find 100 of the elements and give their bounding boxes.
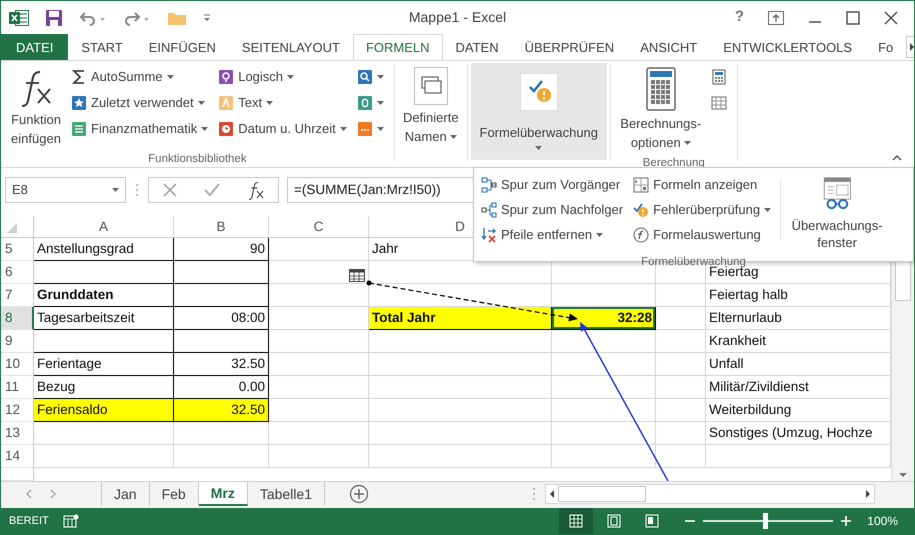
spreadsheet-cell[interactable]	[34, 261, 174, 284]
row-header[interactable]: 5	[1, 238, 34, 261]
ribbon-tab[interactable]: Fo	[865, 34, 906, 60]
spreadsheet-cell[interactable]: Total Jahr	[369, 307, 552, 330]
ribbon-tab[interactable]: SEITENLAYOUT	[228, 34, 353, 60]
row-header[interactable]: 11	[1, 376, 34, 399]
redo-icon[interactable]	[123, 10, 151, 26]
worksheet-icon	[349, 269, 365, 282]
close-icon[interactable]	[884, 10, 898, 24]
ribbon-button[interactable]: Formelüberwachung	[470, 63, 607, 160]
spreadsheet-cell[interactable]: Tagesarbeitszeit	[34, 307, 174, 330]
row-header[interactable]: 9	[1, 330, 34, 353]
spreadsheet-cell[interactable]: Grunddaten	[34, 284, 174, 307]
check-icon[interactable]	[202, 182, 220, 198]
normal-view-icon	[569, 514, 584, 528]
prev-sheet-icon[interactable]	[25, 489, 33, 499]
spreadsheet-cell[interactable]: 32:28	[552, 307, 656, 330]
ribbon-tab[interactable]: EINFÜGEN	[136, 34, 229, 60]
trace-icon	[481, 202, 497, 218]
row-header[interactable]	[1, 468, 34, 481]
row-header[interactable]: 8	[1, 307, 34, 330]
ribbon-button[interactable]: Formelauswertung	[630, 222, 774, 247]
spreadsheet-cell[interactable]: Feriensaldo	[34, 399, 174, 422]
book-icon	[356, 95, 373, 111]
undo-icon[interactable]	[79, 10, 107, 26]
row-header[interactable]: 7	[1, 284, 34, 307]
row-header[interactable]: 14	[1, 445, 34, 468]
column-header[interactable]: B	[174, 216, 269, 238]
row-header[interactable]: 6	[1, 261, 34, 284]
group-label: Berechnung	[642, 157, 705, 169]
column-header[interactable]: A	[34, 216, 174, 238]
ribbon-button[interactable]: Funktion einfügen	[4, 64, 68, 151]
ribbon-button[interactable]: Überwachungs-fenster	[785, 172, 890, 254]
ribbon-tab[interactable]: START	[68, 34, 136, 60]
sheet-tab[interactable]: Mrz	[198, 482, 248, 506]
ribbon-button[interactable]: AutoSumme	[68, 64, 212, 90]
spreadsheet-cell[interactable]	[174, 330, 269, 353]
add-sheet-icon[interactable]	[348, 484, 369, 504]
customize-icon[interactable]	[203, 12, 211, 22]
check-warning-icon	[633, 202, 650, 218]
ribbon-button[interactable]: Logisch	[215, 64, 350, 90]
collapse-icon[interactable]	[892, 155, 902, 161]
evaluate-icon	[633, 226, 650, 242]
ribbon-button[interactable]: Fehlerüberprüfung	[630, 197, 774, 222]
spreadsheet-cell[interactable]: 32.50	[174, 399, 269, 422]
view-button[interactable]	[559, 508, 594, 534]
ribbon-button[interactable]: Definierte Namen	[398, 64, 464, 149]
calculator-icon	[646, 67, 676, 111]
group-label: Funktionsbibliothek	[148, 153, 247, 165]
list-icon	[71, 121, 87, 137]
sheet-tab[interactable]: Jan	[102, 482, 150, 506]
slider-thumb[interactable]	[763, 513, 768, 529]
book-icon	[218, 95, 234, 111]
scrollbar[interactable]	[544, 484, 875, 504]
file-tab[interactable]: DATEI	[1, 34, 68, 60]
help-button[interactable]: ?	[734, 6, 744, 29]
spreadsheet-cell[interactable]	[174, 284, 269, 307]
spreadsheet-cell[interactable]: 90	[174, 238, 269, 261]
sheet-tab[interactable]: Tabelle1	[248, 482, 325, 506]
ribbon-button[interactable]: Berechnungs-optionen	[614, 64, 708, 155]
row-header[interactable]: 10	[1, 353, 34, 376]
ribbon-tab[interactable]: FORMELN	[352, 34, 442, 60]
zoom-level[interactable]: 100%	[867, 512, 914, 530]
ribbon-button[interactable]: Text	[215, 90, 350, 116]
column-header[interactable]: C	[269, 216, 369, 238]
app-icon[interactable]	[9, 8, 29, 26]
ribbon-button[interactable]: Finanzmathematik	[68, 116, 212, 142]
ribbon-tab[interactable]: ANSICHT	[627, 34, 710, 60]
ribbon-button[interactable]: Formeln anzeigen	[630, 172, 774, 197]
spreadsheet-cell[interactable]: 32.50	[174, 353, 269, 376]
trace-icon	[481, 176, 497, 192]
save-icon[interactable]	[45, 8, 63, 26]
more-icon	[356, 121, 373, 137]
formula-sheet-icon	[633, 176, 650, 192]
ribbon-display-icon[interactable]	[768, 10, 784, 24]
ribbon-tab[interactable]: ÜBERPRÜFEN	[512, 34, 628, 60]
sheet-record-icon[interactable]	[63, 514, 79, 528]
ribbon-button[interactable]: Datum u. Uhrzeit	[215, 116, 350, 142]
ribbon-tab[interactable]: ENTWICKLERTOOLS	[710, 34, 866, 60]
clock-icon	[218, 121, 234, 137]
spreadsheet-cell[interactable]	[174, 261, 269, 284]
spreadsheet-cell[interactable]: Anstellungsgrad	[34, 238, 174, 261]
spreadsheet-cell[interactable]	[34, 330, 174, 353]
row-header[interactable]: 13	[1, 422, 34, 445]
name-box[interactable]: E8	[5, 177, 126, 203]
next-sheet-icon[interactable]	[49, 489, 57, 499]
check-warning-icon	[520, 73, 558, 111]
status-text: BEREIT	[8, 514, 50, 529]
ribbon-button[interactable]: Spur zum Vorgänger	[478, 172, 626, 197]
zoom-in-icon[interactable]	[841, 516, 852, 526]
spreadsheet-cell[interactable]: 08:00	[174, 307, 269, 330]
select-all-icon[interactable]	[5, 221, 17, 234]
cancel-icon[interactable]	[162, 182, 178, 198]
maximize-icon[interactable]	[846, 10, 860, 24]
spreadsheet-cell[interactable]: Ferientage	[34, 353, 174, 376]
ribbon-tab[interactable]: DATEN	[442, 34, 512, 60]
row-header[interactable]: 12	[1, 399, 34, 422]
scrollbar-thumb[interactable]	[558, 486, 646, 502]
ribbon-button[interactable]: Zuletzt verwendet	[68, 90, 212, 116]
cards-icon	[412, 67, 449, 105]
